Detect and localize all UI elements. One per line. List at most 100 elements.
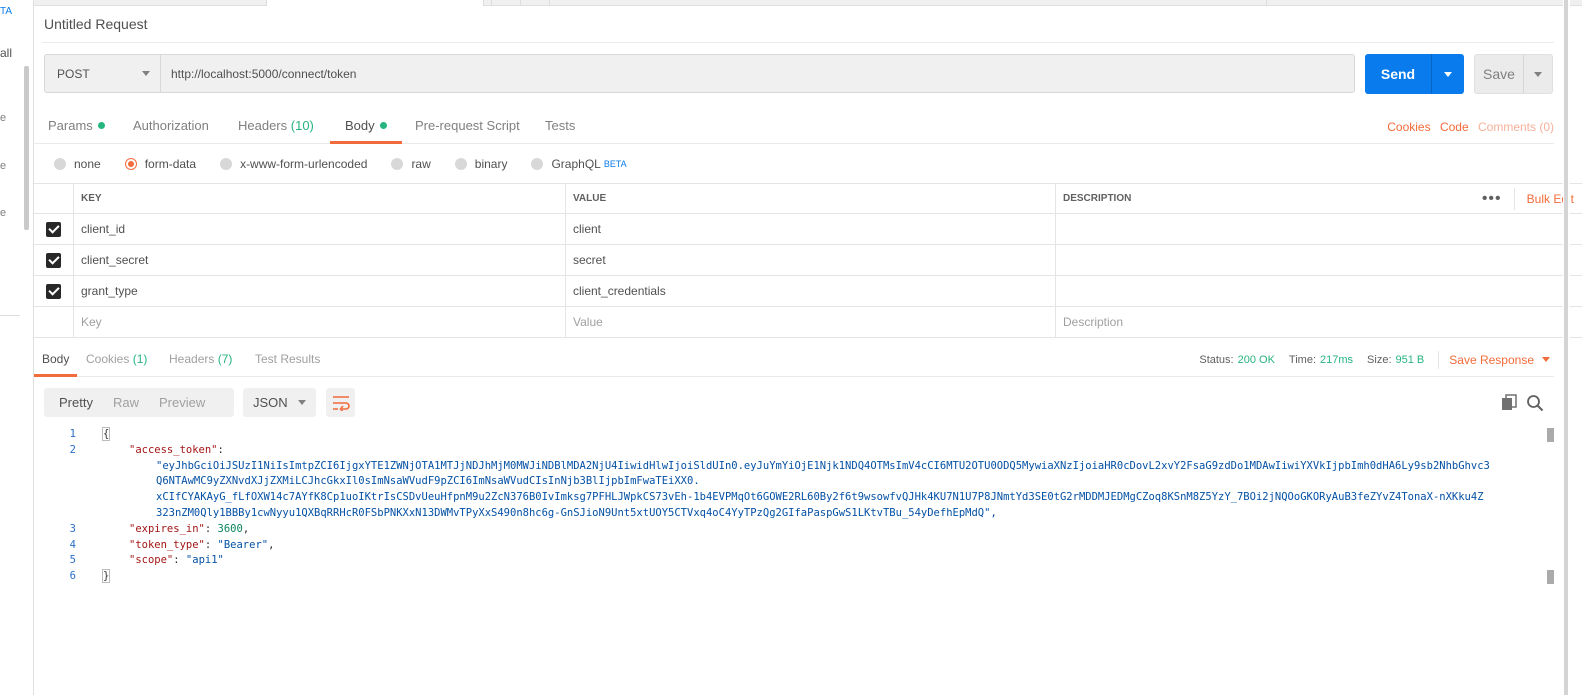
radio-form-data[interactable]: form-data xyxy=(124,157,196,171)
row-value[interactable]: client xyxy=(566,214,1056,244)
wrap-lines-button[interactable] xyxy=(326,388,355,417)
json-number: 3600 xyxy=(217,522,243,535)
size-label: Size: xyxy=(1367,353,1392,366)
code-text: "access_token": xyxy=(129,443,224,456)
radio-circle-selected xyxy=(124,158,137,170)
code-text: "token_type": "Bearer", xyxy=(129,538,275,551)
search-icon[interactable] xyxy=(1526,394,1544,412)
response-tabs: Body Cookies (1) Headers (7) Test Result… xyxy=(34,342,1554,377)
response-tab-cookies-count: (1) xyxy=(132,352,148,366)
row-key[interactable]: grant_type xyxy=(74,276,566,306)
code-line: 4 "token_type": "Bearer", xyxy=(34,538,1554,554)
sidebar-divider xyxy=(0,315,20,316)
tab-divider xyxy=(549,0,550,6)
row-key[interactable]: client_id xyxy=(74,214,566,244)
request-title[interactable]: Untitled Request xyxy=(44,16,148,32)
new-description-input[interactable]: Description xyxy=(1056,307,1582,337)
request-links: Cookies Code Comments (0) xyxy=(1381,108,1554,144)
sidebar-fragment: e xyxy=(0,207,7,219)
json-key: "expires_in" xyxy=(129,522,205,535)
row-key[interactable]: client_secret xyxy=(74,245,566,275)
code-scroll-marker xyxy=(1547,570,1554,585)
more-options-icon[interactable]: ••• xyxy=(1482,188,1515,210)
active-request-tab[interactable] xyxy=(266,0,484,6)
beta-badge: BETA xyxy=(603,159,627,169)
comments-link[interactable]: Comments (0) xyxy=(1478,120,1554,134)
tab-body-label: Body xyxy=(345,118,375,133)
table-row: client_secret secret xyxy=(34,245,1582,276)
response-code-view[interactable]: 1 { 2 "access_token": "eyJhbGciOiJSUzI1N… xyxy=(34,427,1554,585)
code-scroll-marker xyxy=(1547,428,1554,442)
radio-none[interactable]: none xyxy=(54,157,101,171)
form-data-table: KEY VALUE DESCRIPTION ••• Bulk Edit clie… xyxy=(34,183,1582,338)
response-tab-cookies-label: Cookies xyxy=(86,352,130,366)
line-number: 1 xyxy=(69,428,76,440)
view-raw-button[interactable]: Raw xyxy=(98,395,139,410)
title-divider xyxy=(42,42,1554,43)
sidebar-all-fragment[interactable]: all xyxy=(0,46,12,60)
url-input[interactable] xyxy=(161,55,1354,92)
view-preview-button[interactable]: Preview xyxy=(144,395,205,410)
response-tab-cookies[interactable]: Cookies (1) xyxy=(86,342,147,377)
radio-circle xyxy=(391,158,404,170)
tab-divider xyxy=(1266,0,1267,6)
tab-params-label: Params xyxy=(48,118,93,133)
status-label: Status: xyxy=(1199,353,1234,366)
code-link[interactable]: Code xyxy=(1440,120,1469,134)
tab-divider xyxy=(520,0,521,6)
row-value[interactable]: secret xyxy=(566,245,1056,275)
chevron-down-icon xyxy=(1542,357,1550,362)
tab-prerequest-script[interactable]: Pre-request Script xyxy=(415,108,520,144)
sidebar-beta-fragment: TA xyxy=(0,6,13,17)
response-tab-body[interactable]: Body xyxy=(34,342,78,377)
scrollbar-thumb[interactable] xyxy=(1564,0,1568,695)
left-sidebar: TA all e e e xyxy=(0,0,34,695)
checkbox-checked[interactable] xyxy=(46,283,61,299)
response-tab-headers[interactable]: Headers (7) xyxy=(169,342,232,377)
radio-binary-label: binary xyxy=(474,157,508,171)
send-options-button[interactable] xyxy=(1431,54,1464,94)
response-tab-headers-count: (7) xyxy=(217,352,233,366)
radio-graphql[interactable]: GraphQL BETA xyxy=(531,157,627,171)
new-key-input[interactable]: Key xyxy=(74,307,566,337)
tab-params[interactable]: Params xyxy=(48,108,105,144)
checkbox-checked[interactable] xyxy=(46,252,61,268)
view-pretty-button[interactable]: Pretty xyxy=(44,395,93,410)
save-response-button[interactable]: Save Response xyxy=(1449,353,1550,367)
response-tab-test-results[interactable]: Test Results xyxy=(255,342,320,377)
tab-tests[interactable]: Tests xyxy=(545,108,575,144)
tab-authorization[interactable]: Authorization xyxy=(133,108,209,144)
tab-body[interactable]: Body xyxy=(330,108,402,144)
row-checkbox-cell xyxy=(34,214,74,244)
radio-raw[interactable]: raw xyxy=(391,157,431,171)
row-description[interactable] xyxy=(1056,245,1582,275)
row-description[interactable] xyxy=(1056,214,1582,244)
format-select[interactable]: JSON xyxy=(243,388,316,417)
table-row-new: Key Value Description xyxy=(34,307,1582,338)
radio-urlencoded[interactable]: x-www-form-urlencoded xyxy=(220,157,367,171)
method-select[interactable]: POST xyxy=(45,55,161,92)
close-brace: } xyxy=(102,569,111,584)
sidebar-scrollbar[interactable] xyxy=(24,66,29,230)
row-description[interactable] xyxy=(1056,276,1582,306)
row-value[interactable]: client_credentials xyxy=(566,276,1056,306)
json-string: "api1" xyxy=(185,554,224,567)
new-value-input[interactable]: Value xyxy=(566,307,1056,337)
time-value: 217ms xyxy=(1320,353,1354,366)
copy-icon[interactable] xyxy=(1500,394,1518,412)
save-button[interactable]: Save xyxy=(1474,54,1553,94)
radio-binary[interactable]: binary xyxy=(454,157,508,171)
body-type-selector: none form-data x-www-form-urlencoded raw… xyxy=(54,152,651,176)
response-tab-body-label: Body xyxy=(42,352,70,366)
tab-headers[interactable]: Headers (10) xyxy=(238,108,314,144)
cookies-link[interactable]: Cookies xyxy=(1387,120,1430,134)
send-button[interactable]: Send xyxy=(1365,54,1464,94)
radio-urlencoded-label: x-www-form-urlencoded xyxy=(240,157,368,171)
radio-circle xyxy=(54,158,66,170)
radio-circle xyxy=(220,158,233,170)
row-checkbox-cell xyxy=(34,276,74,306)
save-options-button[interactable] xyxy=(1523,55,1552,93)
window-scrollbar[interactable] xyxy=(1563,0,1570,695)
checkbox-checked[interactable] xyxy=(46,221,61,237)
header-value: VALUE xyxy=(566,184,1056,213)
